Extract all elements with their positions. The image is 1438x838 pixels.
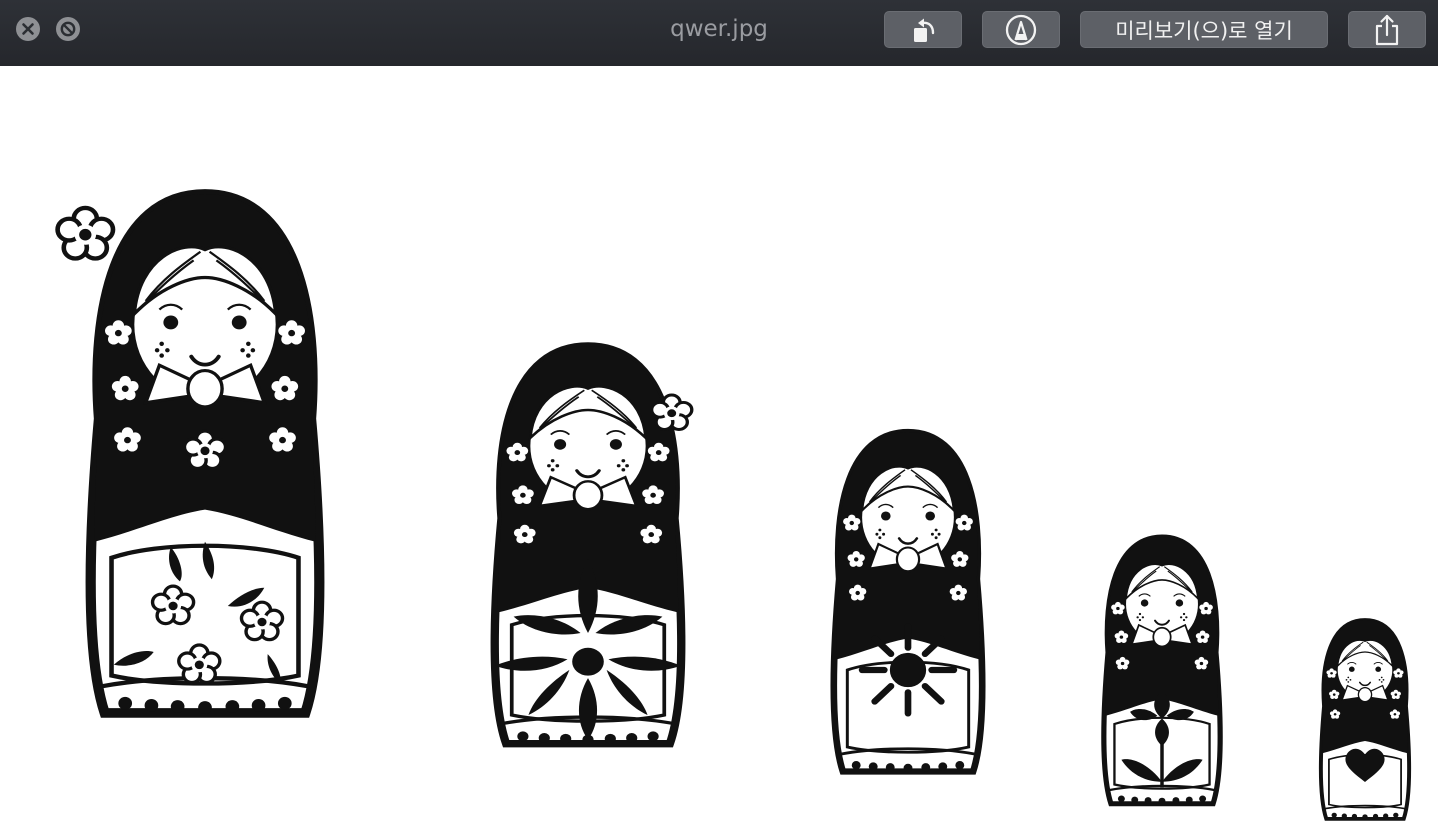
open-with-preview-label: 미리보기(으)로 열기 bbox=[1115, 18, 1293, 43]
close-button[interactable] bbox=[15, 16, 41, 42]
rotate-button[interactable] bbox=[884, 11, 962, 48]
no-entry-icon bbox=[56, 17, 80, 41]
open-with-preview-button[interactable]: 미리보기(으)로 열기 bbox=[1080, 11, 1328, 48]
doll-4 bbox=[1104, 537, 1220, 804]
markup-pen-icon bbox=[1005, 14, 1037, 45]
doll-3 bbox=[834, 432, 982, 772]
doll-2 bbox=[495, 346, 694, 745]
fullscreen-button[interactable] bbox=[55, 16, 81, 42]
matryoshka-illustration bbox=[0, 66, 1438, 838]
doll-1 bbox=[58, 194, 320, 714]
markup-button[interactable] bbox=[982, 11, 1060, 48]
image-preview bbox=[0, 66, 1438, 838]
close-icon bbox=[16, 17, 40, 41]
doll-5 bbox=[1321, 620, 1409, 819]
quick-look-window: qwer.jpg 미리보기(으)로 열기 bbox=[0, 0, 1438, 838]
share-icon bbox=[1375, 14, 1399, 45]
rotate-left-icon bbox=[914, 18, 935, 42]
title-bar: qwer.jpg 미리보기(으)로 열기 bbox=[0, 0, 1438, 66]
share-button[interactable] bbox=[1348, 11, 1426, 48]
